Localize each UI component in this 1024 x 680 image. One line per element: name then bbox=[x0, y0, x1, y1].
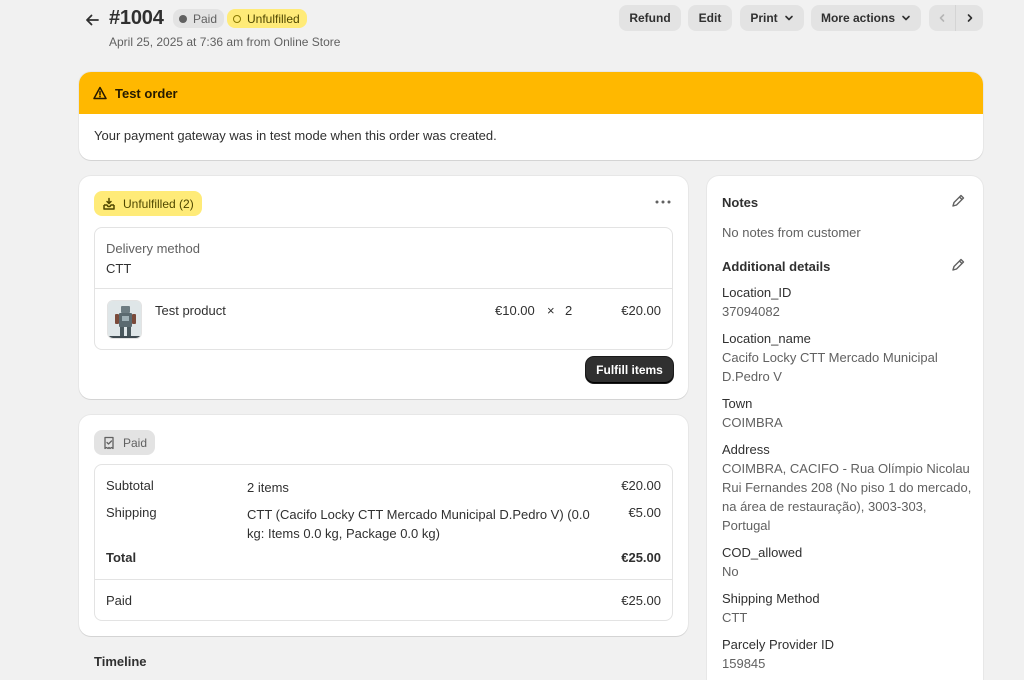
detail-provider-id: Parcely Provider ID 159845 bbox=[722, 635, 972, 673]
divider bbox=[95, 288, 672, 289]
delivery-method-value: CTT bbox=[106, 261, 132, 276]
next-order-icon[interactable] bbox=[956, 5, 983, 31]
detail-value: Cacifo Locky CTT Mercado Municipal D.Ped… bbox=[722, 350, 938, 384]
notes-title: Notes bbox=[722, 195, 759, 210]
payment-status-badge: Paid bbox=[173, 9, 225, 28]
fulfillment-status-label: Unfulfilled bbox=[247, 11, 300, 26]
paid-dot-icon bbox=[179, 14, 187, 23]
fulfill-items-button[interactable]: Fulfill items bbox=[586, 357, 673, 383]
fulfillment-card: Unfulfilled (2) Delivery method CTT Test… bbox=[79, 176, 688, 399]
unfulfilled-status-chip: Unfulfilled (2) bbox=[94, 191, 202, 216]
shipping-amount: €5.00 bbox=[628, 505, 661, 520]
product-quantity: 2 bbox=[565, 303, 573, 318]
order-header: #1004 Paid Unfulfilled April 25, 2025 at… bbox=[78, 4, 984, 52]
timeline-title: Timeline bbox=[94, 654, 147, 669]
refund-button-label: Refund bbox=[629, 11, 671, 25]
notes-text: No notes from customer bbox=[722, 225, 861, 240]
divider bbox=[95, 579, 672, 580]
shipping-label: Shipping bbox=[106, 505, 157, 520]
product-thumbnail[interactable] bbox=[107, 300, 142, 339]
order-number: #1004 bbox=[109, 7, 164, 29]
detail-value: CTT bbox=[722, 610, 748, 625]
fulfillment-items-box: Delivery method CTT Test product €10.00 … bbox=[94, 227, 673, 350]
more-options-icon[interactable] bbox=[652, 194, 674, 210]
edit-notes-pencil-icon[interactable] bbox=[950, 193, 966, 209]
subtotal-detail: 2 items bbox=[247, 480, 289, 495]
total-amount: €25.00 bbox=[621, 550, 661, 565]
detail-value: 159845 bbox=[722, 656, 766, 671]
additional-details-title: Additional details bbox=[722, 259, 831, 274]
order-pager bbox=[929, 5, 983, 31]
unfulfilled-status-label: Unfulfilled (2) bbox=[123, 196, 194, 211]
product-unit-price: €10.00 bbox=[495, 303, 535, 318]
warning-icon bbox=[93, 86, 107, 100]
detail-key: Shipping Method bbox=[722, 591, 820, 606]
banner-title: Test order bbox=[115, 85, 178, 101]
edit-button[interactable]: Edit bbox=[688, 5, 732, 31]
detail-value: COIMBRA bbox=[722, 415, 783, 430]
subtotal-amount: €20.00 bbox=[621, 478, 661, 493]
paid-label: Paid bbox=[106, 593, 133, 608]
detail-location-name: Location_name Cacifo Locky CTT Mercado M… bbox=[722, 329, 972, 386]
detail-address: Address COIMBRA, CACIFO - Rua Olímpio Ni… bbox=[722, 440, 972, 535]
banner-header: Test order bbox=[79, 72, 983, 114]
detail-value: 37094082 bbox=[722, 304, 780, 319]
chevron-down-icon bbox=[784, 15, 793, 21]
previous-order-icon[interactable] bbox=[929, 5, 956, 31]
detail-value: COIMBRA, CACIFO - Rua Olímpio Nicolau Ru… bbox=[722, 461, 972, 533]
shipping-detail: CTT (Cacifo Locky CTT Mercado Municipal … bbox=[247, 507, 590, 541]
more-actions-label: More actions bbox=[820, 11, 895, 25]
banner-message: Your payment gateway was in test mode wh… bbox=[94, 128, 497, 143]
subtotal-label: Subtotal bbox=[106, 478, 154, 493]
multiply-sign: × bbox=[547, 303, 555, 318]
payment-card: Paid Subtotal 2 items €20.00 Shipping CT… bbox=[79, 415, 688, 636]
print-button-label: Print bbox=[750, 11, 778, 25]
order-subtitle: April 25, 2025 at 7:36 am from Online St… bbox=[109, 35, 341, 49]
detail-key: Location_name bbox=[722, 331, 811, 346]
refund-button[interactable]: Refund bbox=[619, 5, 681, 31]
inbox-icon bbox=[103, 197, 115, 210]
payment-summary-box: Subtotal 2 items €20.00 Shipping CTT (Ca… bbox=[94, 464, 673, 621]
print-button[interactable]: Print bbox=[740, 5, 804, 31]
detail-key: Location_ID bbox=[722, 285, 792, 300]
chevron-down-icon bbox=[902, 15, 910, 21]
paid-amount: €25.00 bbox=[621, 593, 661, 608]
test-order-banner: Test order Your payment gateway was in t… bbox=[79, 72, 983, 160]
unfulfilled-ring-icon bbox=[233, 14, 241, 23]
edit-button-label: Edit bbox=[698, 11, 722, 25]
more-actions-button[interactable]: More actions bbox=[811, 5, 921, 31]
delivery-method-label: Delivery method bbox=[106, 241, 200, 256]
total-label: Total bbox=[106, 550, 137, 565]
fulfillment-status-badge: Unfulfilled bbox=[227, 9, 307, 28]
product-line-total: €20.00 bbox=[621, 303, 661, 318]
detail-value: No bbox=[722, 564, 739, 579]
detail-key: Parcely Provider ID bbox=[722, 637, 834, 652]
product-name[interactable]: Test product bbox=[155, 303, 226, 318]
detail-shipping-method: Shipping Method CTT bbox=[722, 589, 972, 627]
detail-cod-allowed: COD_allowed No bbox=[722, 543, 972, 581]
detail-town: Town COIMBRA bbox=[722, 394, 972, 432]
detail-key: Town bbox=[722, 396, 753, 411]
payment-status-label: Paid bbox=[193, 11, 218, 26]
paid-status-chip: Paid bbox=[94, 430, 156, 455]
order-sidebar: Notes No notes from customer Additional … bbox=[707, 176, 983, 680]
detail-location-id: Location_ID 37094082 bbox=[722, 283, 972, 321]
edit-details-pencil-icon[interactable] bbox=[950, 257, 966, 273]
back-arrow-icon[interactable] bbox=[82, 10, 102, 30]
detail-key: COD_allowed bbox=[722, 545, 803, 560]
paid-status-label: Paid bbox=[123, 435, 148, 450]
receipt-check-icon bbox=[104, 436, 114, 449]
detail-key: Address bbox=[722, 442, 770, 457]
